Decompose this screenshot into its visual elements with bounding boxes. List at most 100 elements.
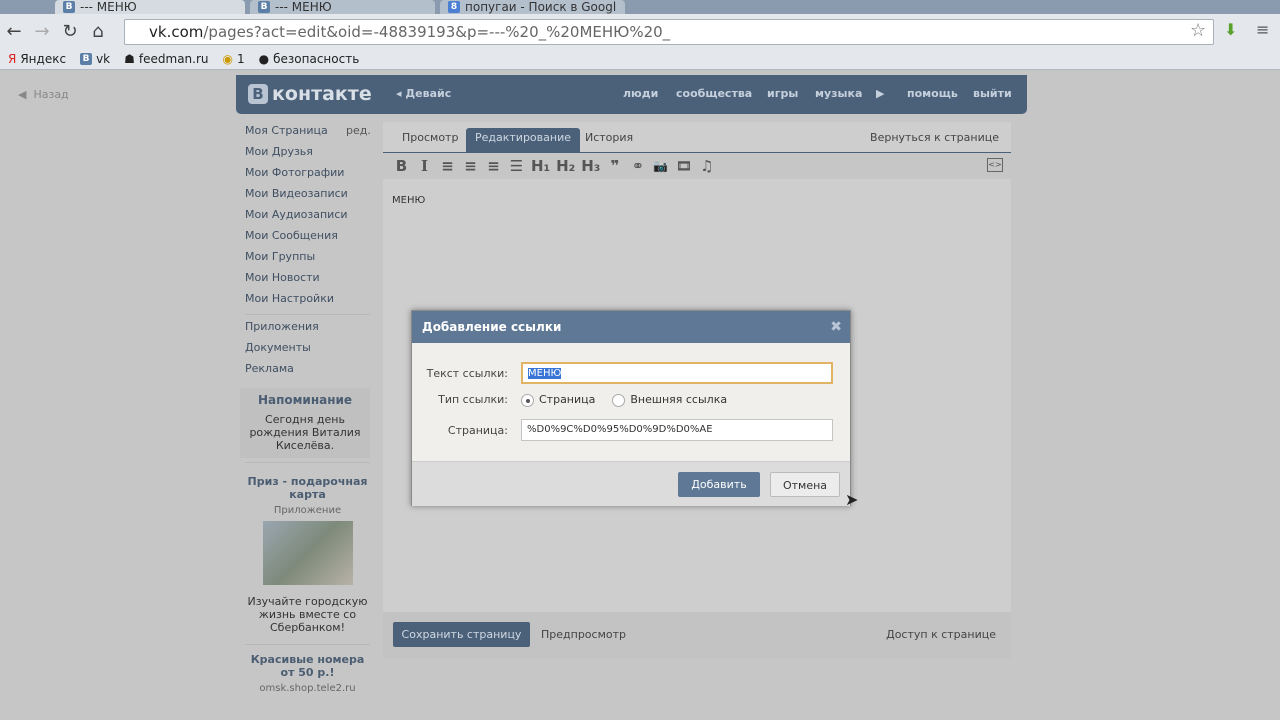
sidebar-item[interactable]: Мои Друзья — [245, 145, 370, 166]
ad-block[interactable]: Красивые номера от 50 р.! omsk.shop.tele… — [245, 651, 370, 704]
sidebar: ред. Моя Страница Мои Друзья Мои Фотогра… — [240, 124, 371, 704]
link-text-input[interactable]: МЕНЮ — [521, 362, 833, 384]
nav-communities[interactable]: сообщества — [676, 87, 752, 100]
preview-link[interactable]: Предпросмотр — [541, 628, 626, 641]
sidebar-item[interactable]: Мои Новости — [245, 271, 370, 292]
reminder-title: Напоминание — [257, 393, 353, 407]
feedman-icon: ☗ — [124, 51, 135, 66]
heading1-icon[interactable]: H₁ — [531, 157, 550, 175]
tab[interactable]: В --- МЕНЮ — [250, 0, 435, 14]
dialog-footer: Добавить Отмена — [412, 461, 850, 506]
sidebar-item[interactable]: Мои Настройки — [245, 292, 370, 313]
page-label: Страница: — [447, 423, 508, 437]
radio-external[interactable]: Внешняя ссылка — [612, 393, 727, 407]
tab-view[interactable]: Просмотр — [393, 128, 467, 152]
radio-page[interactable]: Страница — [521, 393, 595, 407]
bookmarks-bar: Я Яндекс Bvk ☗ feedman.ru ◉ 1 ● безопасность — [0, 48, 1280, 70]
heading2-icon[interactable]: H₂ — [556, 157, 575, 175]
camera-icon[interactable]: 📷 — [652, 159, 669, 173]
group-link[interactable]: ◂ Девайс — [396, 87, 451, 100]
italic-icon[interactable]: I — [416, 157, 433, 175]
tab-edit[interactable]: Редактирование — [466, 128, 580, 152]
home-icon[interactable]: ⌂ — [84, 21, 112, 42]
heading3-icon[interactable]: H₃ — [581, 157, 600, 175]
google-favicon-icon: 8 — [448, 1, 460, 13]
bomb-icon: ● — [258, 51, 270, 66]
html-mode-icon[interactable]: <> — [987, 158, 1003, 172]
quote-icon[interactable]: ❞ — [606, 157, 623, 175]
bookmark-feedman[interactable]: ☗ feedman.ru — [124, 52, 208, 66]
film-icon[interactable]: 🎞 — [675, 159, 692, 173]
page-row: Страница: %D0%9C%D0%95%D0%9D%D0%AE — [412, 419, 833, 441]
nav-games[interactable]: игры — [767, 87, 798, 100]
tab-history[interactable]: История — [576, 128, 642, 152]
vk-favicon-icon: В — [63, 1, 75, 13]
music-icon[interactable]: ♫ — [698, 157, 715, 175]
tab[interactable]: 8 попугаи - Поиск в Googl — [440, 0, 625, 14]
bold-icon[interactable]: B — [393, 157, 410, 175]
star-icon[interactable]: ☆ — [1190, 20, 1206, 41]
align-left-icon[interactable]: ≡ — [439, 157, 456, 175]
sidebar-item[interactable]: Реклама — [245, 362, 370, 383]
save-page-button[interactable]: Сохранить страницу — [393, 622, 530, 647]
forward-arrow-icon[interactable]: → — [28, 21, 56, 42]
tab-title: попугаи - Поиск в Googl — [465, 0, 617, 14]
sidebar-item[interactable]: Мои Фотографии — [245, 166, 370, 187]
bookmark-coin[interactable]: ◉ 1 — [223, 52, 245, 66]
list-icon[interactable]: ☰ — [508, 157, 525, 175]
nav-music[interactable]: музыка — [815, 87, 862, 100]
nav-people[interactable]: люди — [623, 87, 658, 100]
menu-icon[interactable]: ≡ — [1256, 20, 1269, 39]
address-bar[interactable]: vk.com/pages?act=edit&oid=-48839193&p=--… — [124, 19, 1214, 45]
page-input[interactable]: %D0%9C%D0%95%D0%9D%D0%AE — [521, 419, 833, 441]
vk-header: Вконтакте ◂ Девайс люди сообщества игры … — [236, 75, 1027, 114]
sidebar-item[interactable]: Мои Группы — [245, 250, 370, 271]
download-icon[interactable]: ⬇ — [1224, 20, 1237, 39]
coin-icon: ◉ — [222, 51, 233, 66]
align-center-icon[interactable]: ≡ — [462, 157, 479, 175]
close-icon[interactable]: ✖ — [830, 311, 842, 343]
edit-link[interactable]: ред. — [346, 124, 371, 137]
add-link-dialog: Добавление ссылки ✖ Текст ссылки: МЕНЮ Ти… — [411, 310, 851, 506]
tab-active[interactable]: В --- МЕНЮ — [55, 0, 245, 14]
reminder-box[interactable]: Напоминание Сегодня день рождения Витали… — [240, 388, 370, 458]
ad-domain: omsk.shop.tele2.ru — [259, 683, 356, 694]
radio-unchecked-icon — [612, 393, 626, 407]
bookmark-vk[interactable]: Bvk — [80, 52, 110, 66]
reload-icon[interactable]: ↻ — [56, 21, 84, 42]
link-text-row: Текст ссылки: МЕНЮ — [412, 362, 833, 384]
sidebar-item[interactable]: Приложения — [245, 320, 370, 341]
link-text-label: Текст ссылки: — [426, 366, 508, 380]
tab-bar: В --- МЕНЮ В --- МЕНЮ 8 попугаи - Поиск в G… — [0, 0, 1280, 14]
sidebar-item[interactable]: Документы — [245, 341, 370, 362]
reminder-text: Сегодня день рождения Виталия Киселёва. — [249, 413, 361, 452]
back-arrow-icon[interactable]: ← — [0, 21, 28, 42]
back-link[interactable]: ◀ Назад — [18, 88, 69, 101]
dialog-title: Добавление ссылки — [422, 320, 562, 334]
bookmark-yandex[interactable]: Я Яндекс — [8, 52, 66, 66]
vk-logo[interactable]: Вконтакте — [248, 83, 372, 105]
nav-logout[interactable]: выйти — [973, 87, 1012, 100]
tab-title: --- МЕНЮ — [275, 0, 332, 14]
ad-image[interactable] — [262, 521, 353, 585]
sidebar-item[interactable]: Мои Аудиозаписи — [245, 208, 370, 229]
bookmark-security[interactable]: ● безопасность — [259, 52, 360, 66]
cancel-button[interactable]: Отмена — [770, 472, 840, 497]
nav-help[interactable]: помощь — [907, 87, 958, 100]
ad-block[interactable]: Приз - подарочная карта Приложение Изуча… — [245, 469, 370, 640]
divider — [245, 644, 370, 645]
editor-content[interactable]: МЕНЮ — [392, 195, 425, 206]
vk-icon: B — [80, 52, 93, 65]
sidebar-item[interactable]: Мои Видеозаписи — [245, 187, 370, 208]
divider — [245, 314, 370, 315]
yandex-icon: Я — [8, 51, 17, 66]
more-arrow-icon[interactable]: ▶ — [876, 87, 884, 100]
add-button[interactable]: Добавить — [678, 472, 760, 497]
dialog-header: Добавление ссылки ✖ — [412, 311, 850, 343]
ad-title: Приз - подарочная карта — [247, 475, 368, 501]
align-right-icon[interactable]: ≡ — [485, 157, 502, 175]
back-to-page-link[interactable]: Вернуться к странице — [861, 128, 1008, 152]
link-icon[interactable]: ⚭ — [629, 157, 646, 175]
page-access-link[interactable]: Доступ к странице — [886, 628, 996, 641]
sidebar-item[interactable]: Мои Сообщения — [245, 229, 370, 250]
